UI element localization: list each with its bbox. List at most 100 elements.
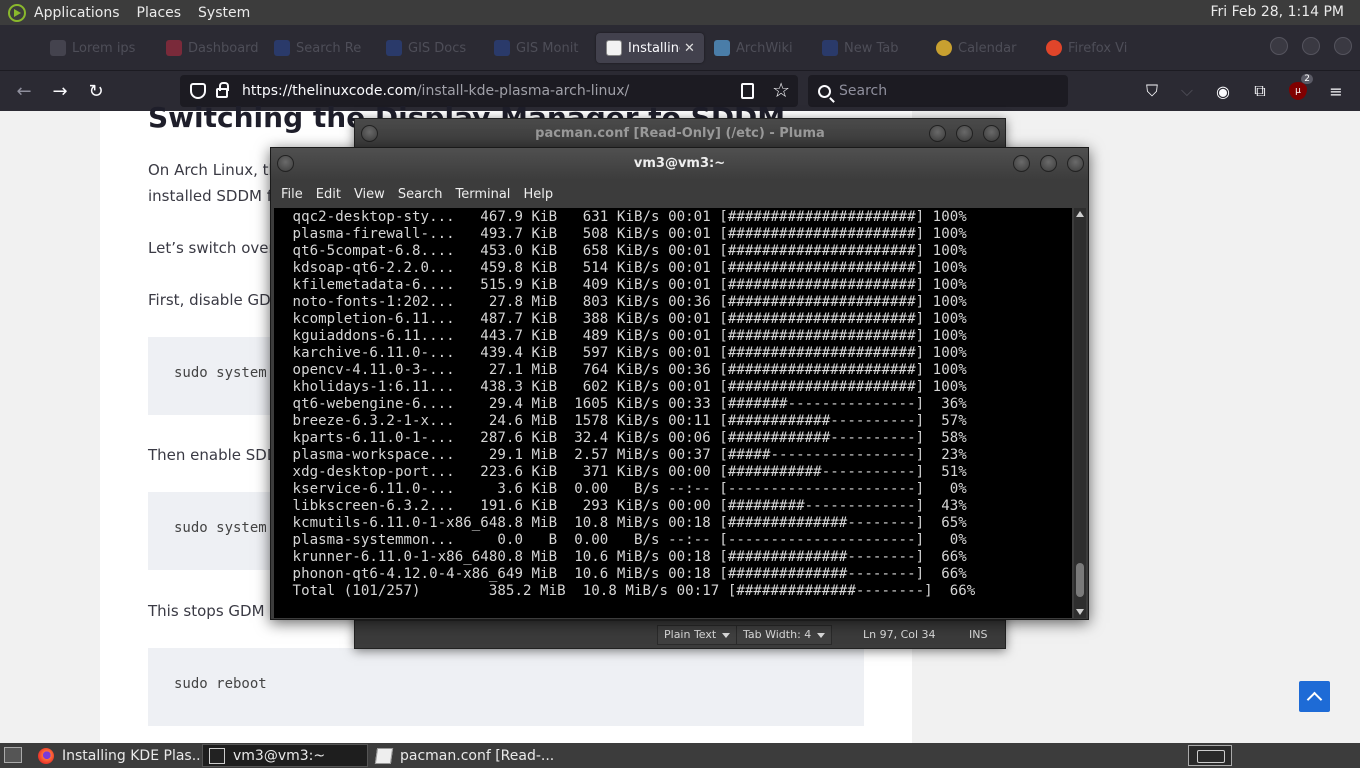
- browser-tab-strip: Lorem ips Dashboard Search Re GIS Docs G…: [0, 25, 1360, 70]
- back-arrow-icon[interactable]: ←: [12, 79, 36, 103]
- close-button[interactable]: [983, 125, 1000, 142]
- terminal-line: breeze-6.3.2-1-x... 24.6 MiB 1578 KiB/s …: [284, 413, 967, 429]
- extensions-icon[interactable]: ⧉: [1249, 80, 1271, 102]
- downloads-icon[interactable]: ⌵: [1176, 80, 1198, 102]
- text-editor-icon: [374, 747, 394, 764]
- maximize-button[interactable]: [1040, 155, 1057, 172]
- browser-tab[interactable]: New Tab: [812, 33, 914, 63]
- maximize-button[interactable]: [956, 125, 973, 142]
- minimize-window-button[interactable]: [1270, 37, 1288, 55]
- browser-tab[interactable]: ArchWiki: [704, 33, 806, 63]
- browser-tab[interactable]: Lorem ips: [40, 33, 142, 63]
- browser-tab[interactable]: Dashboard: [156, 33, 258, 63]
- tab-width-selector[interactable]: Tab Width: 4: [736, 625, 833, 645]
- taskbar-item-pluma[interactable]: pacman.conf [Read-...: [370, 744, 554, 767]
- active-browser-tab[interactable]: Installing✕: [596, 33, 704, 63]
- terminal-line: plasma-firewall-... 493.7 KiB 508 KiB/s …: [284, 226, 967, 242]
- hamburger-menu-icon[interactable]: ≡: [1325, 80, 1347, 102]
- pluma-statusbar: Plain Text Tab Width: 4 Ln 97, Col 34 IN…: [355, 620, 1005, 648]
- panel-clock[interactable]: Fri Feb 28, 1:14 PM: [1211, 4, 1345, 20]
- terminal-line: xdg-desktop-port... 223.6 KiB 371 KiB/s …: [284, 464, 967, 480]
- browser-tab[interactable]: Calendar: [926, 33, 1028, 63]
- applications-menu[interactable]: Applications: [34, 5, 120, 21]
- mate-menu-icon[interactable]: [8, 3, 26, 22]
- scroll-down-icon[interactable]: [1076, 609, 1084, 615]
- terminal-line: opencv-4.11.0-3-... 27.1 MiB 764 KiB/s 0…: [284, 362, 967, 378]
- terminal-line: plasma-systemmon... 0.0 B 0.00 B/s --:--…: [284, 532, 967, 548]
- url-text[interactable]: https://thelinuxcode.com/install-kde-pla…: [242, 83, 629, 99]
- scrollbar-thumb[interactable]: [1076, 563, 1084, 597]
- terminal-menubar: File Edit View Search Terminal Help: [271, 180, 1088, 208]
- firefox-icon: [38, 747, 54, 764]
- menu-file[interactable]: File: [281, 187, 303, 202]
- search-placeholder: Search: [839, 83, 888, 99]
- menu-view[interactable]: View: [354, 187, 385, 202]
- menu-help[interactable]: Help: [523, 187, 553, 202]
- browser-tab[interactable]: Search Re: [264, 33, 366, 63]
- window-menu-button[interactable]: [277, 155, 294, 172]
- search-icon: [818, 84, 831, 98]
- site-favicon-icon: [606, 40, 622, 56]
- terminal-line: kcompletion-6.11... 487.7 KiB 388 KiB/s …: [284, 311, 967, 327]
- ublock-origin-icon[interactable]: μ2: [1289, 74, 1313, 100]
- terminal-line: kfilemetadata-6.... 515.9 KiB 409 KiB/s …: [284, 277, 967, 293]
- maximize-window-button[interactable]: [1302, 37, 1320, 55]
- scroll-to-top-button[interactable]: [1299, 681, 1330, 712]
- close-tab-icon[interactable]: ✕: [684, 41, 695, 56]
- close-button[interactable]: [1067, 155, 1084, 172]
- terminal-output[interactable]: qqc2-desktop-sty... 467.9 KiB 631 KiB/s …: [274, 208, 1072, 618]
- system-menu[interactable]: System: [198, 5, 250, 21]
- insert-mode: INS: [969, 628, 988, 641]
- paragraph-line: Let’s switch over: [148, 239, 275, 257]
- paragraph-line: This stops GDM a: [148, 602, 279, 620]
- terminal-line: qqc2-desktop-sty... 467.9 KiB 631 KiB/s …: [284, 209, 967, 225]
- taskbar-item-firefox[interactable]: Installing KDE Plas...: [32, 744, 205, 767]
- terminal-line: kholidays-1:6.11... 438.3 KiB 602 KiB/s …: [284, 379, 967, 395]
- terminal-line: qt6-webengine-6.... 29.4 MiB 1605 KiB/s …: [284, 396, 967, 412]
- show-desktop-button[interactable]: [4, 747, 22, 763]
- menu-terminal[interactable]: Terminal: [455, 187, 510, 202]
- account-icon[interactable]: ◉: [1212, 80, 1234, 102]
- terminal-line: krunner-6.11.0-1-x86_6480.8 MiB 10.6 MiB…: [284, 549, 967, 565]
- places-menu[interactable]: Places: [137, 5, 182, 21]
- menu-search[interactable]: Search: [398, 187, 443, 202]
- tab-favicon-icon: [936, 40, 952, 56]
- search-bar[interactable]: Search: [808, 75, 1068, 107]
- tab-favicon-icon: [166, 40, 182, 56]
- workspace-switcher[interactable]: [1188, 745, 1232, 766]
- tab-favicon-icon: [50, 40, 66, 56]
- tab-favicon-icon: [386, 40, 402, 56]
- terminal-title[interactable]: vm3@vm3:~: [271, 148, 1088, 180]
- paragraph-line: First, disable GDM: [148, 291, 284, 309]
- pluma-title[interactable]: pacman.conf [Read-Only] (/etc) - Pluma: [355, 119, 1005, 149]
- forward-arrow-icon[interactable]: →: [48, 79, 72, 103]
- browser-tab[interactable]: GIS Monit: [484, 33, 586, 63]
- cursor-position: Ln 97, Col 34: [863, 628, 936, 641]
- menu-edit[interactable]: Edit: [316, 187, 341, 202]
- terminal-line: kdsoap-qt6-2.2.0... 459.8 KiB 514 KiB/s …: [284, 260, 967, 276]
- window-menu-button[interactable]: [361, 125, 378, 142]
- terminal-line: libkscreen-6.3.2... 191.6 KiB 293 KiB/s …: [284, 498, 967, 514]
- terminal-line: qt6-5compat-6.8.... 453.0 KiB 658 KiB/s …: [284, 243, 967, 259]
- reader-view-icon[interactable]: [741, 83, 754, 99]
- scroll-up-icon[interactable]: [1076, 211, 1084, 217]
- minimize-button[interactable]: [1013, 155, 1030, 172]
- syntax-selector[interactable]: Plain Text: [657, 625, 738, 645]
- terminal-scrollbar[interactable]: [1074, 208, 1086, 618]
- reload-icon[interactable]: ↻: [84, 79, 108, 103]
- firefox-icon: [1046, 40, 1062, 56]
- terminal-window[interactable]: vm3@vm3:~ File Edit View Search Terminal…: [270, 147, 1089, 620]
- terminal-line: kguiaddons-6.11.... 443.7 KiB 489 KiB/s …: [284, 328, 967, 344]
- lock-icon[interactable]: [216, 82, 229, 98]
- pocket-icon[interactable]: ⛉: [1141, 80, 1163, 102]
- tracking-protection-shield-icon[interactable]: [190, 83, 206, 99]
- paragraph-line: installed SDDM fo: [148, 187, 282, 205]
- close-window-button[interactable]: [1334, 37, 1352, 55]
- browser-tab[interactable]: GIS Docs: [376, 33, 478, 63]
- code-block[interactable]: sudo reboot: [148, 648, 864, 726]
- bookmark-star-icon[interactable]: ☆: [772, 78, 790, 102]
- top-panel: Applications Places System Fri Feb 28, 1…: [0, 0, 1360, 25]
- browser-tab[interactable]: Firefox Vi: [1036, 33, 1138, 63]
- taskbar-item-terminal[interactable]: vm3@vm3:~: [202, 744, 368, 767]
- minimize-button[interactable]: [929, 125, 946, 142]
